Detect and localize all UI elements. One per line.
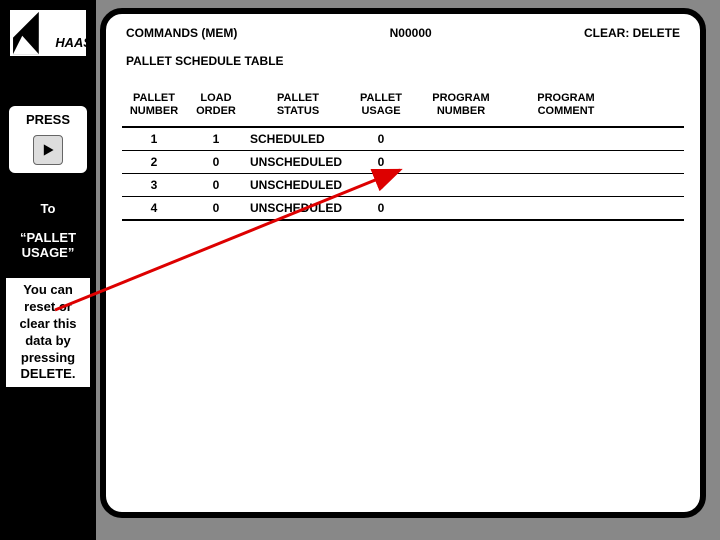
- cell-usage: 0: [346, 178, 416, 192]
- cnc-screen: COMMANDS (MEM) N00000 CLEAR: DELETE PALL…: [100, 8, 706, 518]
- col-program-comment: PROGRAMCOMMENT: [506, 92, 626, 118]
- haas-logo: HAAS: [8, 8, 88, 58]
- cell-pallet: 4: [122, 201, 186, 215]
- col-pallet-number: PALLETNUMBER: [122, 92, 186, 118]
- cell-pallet: 2: [122, 155, 186, 169]
- cell-prog: [416, 155, 506, 169]
- cell-comm: [506, 155, 626, 169]
- screen-subtitle: PALLET SCHEDULE TABLE: [122, 54, 684, 68]
- instruction-text: You can reset or clear this data by pres…: [6, 278, 90, 387]
- col-program-number: PROGRAMNUMBER: [416, 92, 506, 118]
- cell-status: SCHEDULED: [246, 132, 346, 146]
- cell-load: 1: [186, 132, 246, 146]
- table-row[interactable]: 4 0 UNSCHEDULED 0: [122, 196, 684, 219]
- col-pallet-status: PALLETSTATUS: [246, 92, 346, 118]
- cell-load: 0: [186, 178, 246, 192]
- target-label: “PALLET USAGE”: [0, 230, 96, 260]
- press-button-box: PRESS: [9, 106, 87, 173]
- header-line: N00000: [390, 26, 432, 40]
- table-row[interactable]: 2 0 UNSCHEDULED 0: [122, 150, 684, 173]
- cell-prog: [416, 132, 506, 146]
- arrow-right-icon: [41, 143, 55, 157]
- screen-header: COMMANDS (MEM) N00000 CLEAR: DELETE: [122, 26, 684, 40]
- col-load-order: LOADORDER: [186, 92, 246, 118]
- table-row[interactable]: 3 0 UNSCHEDULED 0: [122, 173, 684, 196]
- cell-usage: 0: [346, 201, 416, 215]
- cell-status: UNSCHEDULED: [246, 178, 346, 192]
- cell-load: 0: [186, 155, 246, 169]
- header-mode: COMMANDS (MEM): [126, 26, 237, 40]
- cell-prog: [416, 201, 506, 215]
- table-row[interactable]: 1 1 SCHEDULED 0: [122, 128, 684, 150]
- table-header: PALLETNUMBER LOADORDER PALLETSTATUS PALL…: [122, 92, 684, 118]
- table-body: 1 1 SCHEDULED 0 2 0 UNSCHEDULED 0 3 0 UN…: [122, 126, 684, 221]
- cell-comm: [506, 201, 626, 215]
- sidebar: HAAS PRESS To “PALLET USAGE” You can res…: [0, 0, 96, 540]
- cell-status: UNSCHEDULED: [246, 155, 346, 169]
- cell-prog: [416, 178, 506, 192]
- cell-load: 0: [186, 201, 246, 215]
- cell-pallet: 3: [122, 178, 186, 192]
- logo-text: HAAS: [55, 35, 86, 50]
- to-label: To: [0, 201, 96, 216]
- cell-status: UNSCHEDULED: [246, 201, 346, 215]
- cell-pallet: 1: [122, 132, 186, 146]
- cursor-right-button[interactable]: [33, 135, 63, 165]
- header-clear: CLEAR: DELETE: [584, 26, 680, 40]
- cell-usage: 0: [346, 132, 416, 146]
- cell-usage: 0: [346, 155, 416, 169]
- cell-comm: [506, 132, 626, 146]
- cell-comm: [506, 178, 626, 192]
- press-label: PRESS: [13, 112, 83, 127]
- col-pallet-usage: PALLETUSAGE: [346, 92, 416, 118]
